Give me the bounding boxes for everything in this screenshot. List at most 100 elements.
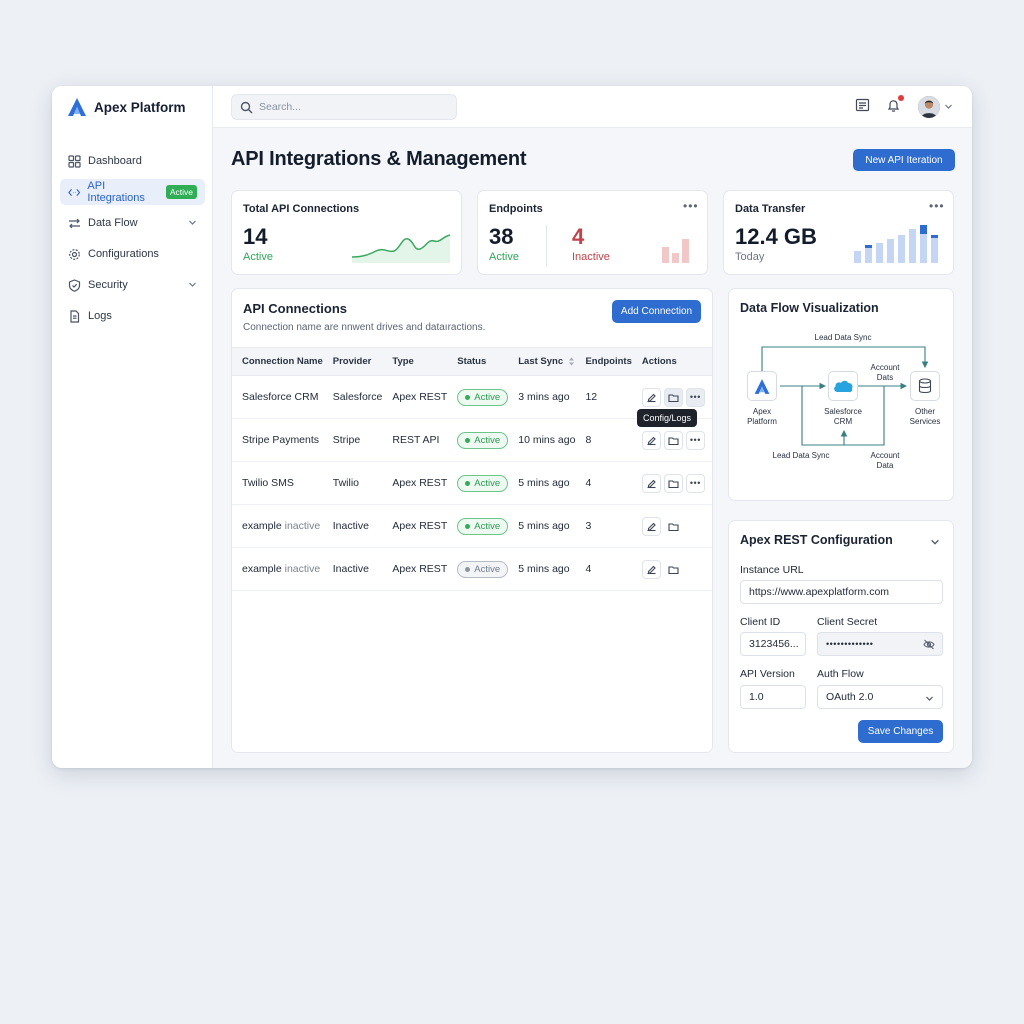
edit-button[interactable] [641, 559, 661, 579]
panel-title: Apex REST Configuration [740, 533, 893, 547]
total-connections-label: Active [243, 251, 273, 263]
sidebar-item-configurations[interactable]: Configurations [60, 241, 205, 267]
transfer-bar-chart [854, 225, 938, 263]
instance-url-label: Instance URL [740, 564, 804, 576]
folder-icon [668, 479, 679, 488]
table-row[interactable]: Twilio SMS Twilio Apex REST Active 5 min… [232, 461, 712, 505]
column-header-endpoints[interactable]: Endpoints [575, 347, 632, 376]
endpoints-cell: 12 [575, 375, 632, 419]
chevron-down-icon[interactable] [188, 280, 197, 289]
config-logs-button[interactable] [663, 387, 683, 407]
edit-button[interactable] [641, 430, 661, 450]
client-id-input[interactable] [740, 632, 806, 656]
endpoints-cell: 3 [575, 504, 632, 548]
sparkline-chart [351, 234, 451, 263]
flow-node-salesforce[interactable] [828, 371, 858, 401]
folder-icon [668, 565, 679, 574]
status-cell: Active [447, 375, 509, 419]
connection-name[interactable]: Twilio SMS [232, 461, 323, 505]
sidebar-item-logs[interactable]: Logs [60, 303, 205, 329]
more-actions-button[interactable]: ••• [685, 430, 705, 450]
flow-bottom-label: Lead Data Sync [772, 451, 830, 460]
column-header-last-sync[interactable]: Last Sync [508, 347, 576, 376]
search-input[interactable] [259, 101, 439, 113]
edit-button[interactable] [641, 516, 661, 536]
flow-node-other-services[interactable] [910, 371, 940, 401]
instance-url-input[interactable] [740, 580, 943, 604]
flow-node-label: Other Services [909, 407, 941, 426]
more-options-icon[interactable]: ••• [683, 199, 699, 213]
chevron-down-icon[interactable] [188, 218, 197, 227]
chevron-down-icon[interactable] [930, 537, 940, 547]
connections-table-body: Salesforce CRM Salesforce Apex REST Acti… [232, 375, 712, 591]
status-cell: Active [447, 418, 509, 462]
more-actions-button[interactable]: ••• [685, 387, 705, 407]
last-sync-cell: 5 mins ago [508, 461, 576, 505]
search-icon [240, 101, 253, 113]
status-badge: Active [457, 431, 509, 449]
status-cell: Active [447, 461, 509, 505]
connection-name[interactable]: Stripe Payments [232, 418, 323, 462]
auth-flow-value: OAuth 2.0 [826, 691, 874, 703]
provider-cell: Stripe [322, 418, 383, 462]
client-id-label: Client ID [740, 616, 781, 628]
table-row[interactable]: example inactive Inactive Apex REST Acti… [232, 504, 712, 548]
column-header-type[interactable]: Type [382, 347, 448, 376]
connection-name[interactable]: example inactive [232, 547, 323, 591]
column-header-name[interactable]: Connection Name [232, 347, 323, 376]
sidebar-item-data-flow[interactable]: Data Flow [60, 210, 205, 236]
brand[interactable]: Apex Platform [66, 96, 186, 118]
sidebar-item-security[interactable]: Security [60, 272, 205, 298]
config-logs-button[interactable] [663, 430, 683, 450]
more-options-icon[interactable]: ••• [929, 199, 945, 213]
save-changes-button[interactable]: Save Changes [858, 720, 943, 743]
config-logs-button[interactable] [663, 559, 683, 579]
new-api-iteration-button[interactable]: New API Iteration [853, 149, 955, 171]
column-header-provider[interactable]: Provider [322, 347, 383, 376]
active-endpoints-value: 38 [489, 224, 514, 249]
sidebar-item-label: Dashboard [88, 155, 142, 167]
status-dot [465, 437, 471, 443]
status-dot [465, 480, 471, 486]
notifications-button[interactable] [886, 95, 904, 113]
flow-top-label: Lead Data Sync [814, 333, 872, 342]
pencil-icon [647, 436, 656, 445]
last-sync-cell: 5 mins ago [508, 504, 576, 548]
api-version-label: API Version [740, 668, 795, 680]
table-row[interactable]: example inactive Inactive Apex REST Acti… [232, 547, 712, 591]
auth-flow-select[interactable]: OAuth 2.0 [817, 685, 943, 709]
sort-icon[interactable] [568, 357, 575, 366]
column-header-label: Last Sync [518, 356, 564, 367]
shield-icon [68, 278, 81, 292]
edit-button[interactable] [641, 473, 661, 493]
status-badge: Active [457, 388, 509, 406]
actions-cell: ••• [631, 461, 712, 505]
avatar[interactable] [918, 96, 940, 118]
card-title: Data Transfer [735, 203, 806, 215]
chevron-down-icon[interactable] [944, 102, 953, 111]
client-secret-value: ••••••••••••• [826, 639, 874, 649]
card-title: Total API Connections [243, 203, 360, 215]
status-dot [465, 566, 471, 572]
sidebar-item-api-integrations[interactable]: API Integrations Active [60, 179, 205, 205]
status-label: Active [474, 563, 501, 575]
search-box[interactable] [231, 94, 457, 120]
flow-node-label: Salesforce CRM [824, 407, 862, 426]
connection-name[interactable]: Salesforce CRM [232, 375, 323, 419]
sidebar-item-dashboard[interactable]: Dashboard [60, 148, 205, 174]
connection-name[interactable]: example inactive [232, 504, 323, 548]
sidebar-item-label: API Integrations [87, 180, 145, 204]
connection-name-main: example [242, 520, 282, 532]
api-version-input[interactable] [740, 685, 806, 709]
client-secret-input[interactable]: ••••••••••••• [817, 632, 943, 656]
edit-button[interactable] [641, 387, 661, 407]
eye-off-icon[interactable] [923, 639, 935, 650]
more-actions-button[interactable]: ••• [685, 473, 705, 493]
config-logs-button[interactable] [663, 473, 683, 493]
add-connection-button[interactable]: Add Connection [612, 300, 701, 323]
config-logs-button[interactable] [663, 516, 683, 536]
type-cell: REST API [382, 418, 448, 462]
column-header-status[interactable]: Status [447, 347, 509, 376]
messages-icon[interactable] [855, 98, 870, 113]
flow-node-apex[interactable] [747, 371, 777, 401]
